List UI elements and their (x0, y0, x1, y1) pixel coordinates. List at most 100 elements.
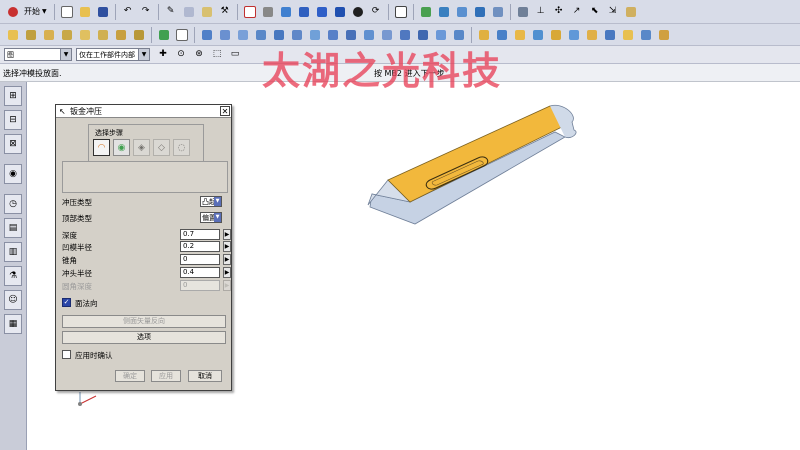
drafting-icon[interactable] (624, 5, 638, 19)
start-menu-button[interactable]: 开始 ▼ (22, 6, 47, 17)
scope-filter-combo[interactable]: 仅在工作部件内部 ▼ (76, 48, 150, 61)
shape-icon[interactable] (200, 28, 214, 42)
sheet-icon[interactable] (42, 28, 56, 42)
render-icon[interactable] (351, 5, 365, 19)
cube-view-icon[interactable] (315, 5, 329, 19)
sheetmetal9-icon[interactable] (621, 28, 635, 42)
sheetmetal4-icon[interactable] (531, 28, 545, 42)
system-visualization-icon[interactable]: ▦ (4, 314, 22, 334)
punch-icon[interactable] (132, 28, 146, 42)
ok-button: 确定 (115, 370, 145, 382)
sheetmetal8-icon[interactable] (603, 28, 617, 42)
process-studio-icon[interactable]: ⚗ (4, 266, 22, 286)
save-icon[interactable] (96, 5, 110, 19)
punch-type-select[interactable]: 凸起 ▼ (200, 196, 222, 207)
depth-input[interactable]: 0.7 (180, 229, 220, 240)
web-browser-icon[interactable]: ◉ (4, 164, 22, 184)
view-filter-icon[interactable]: ⊛ (192, 48, 206, 62)
layer-icon[interactable] (261, 5, 275, 19)
sheetmetal5-icon[interactable] (549, 28, 563, 42)
refresh-icon[interactable]: ⟳ (369, 5, 383, 19)
sheetmetal10-icon[interactable] (639, 28, 653, 42)
confirm-on-apply-checkbox[interactable] (62, 350, 71, 359)
contour-icon[interactable] (114, 28, 128, 42)
snap-grid-icon[interactable] (243, 5, 257, 19)
type-filter-combo[interactable]: 图 ▼ (4, 48, 72, 61)
axis-icon[interactable]: ⊥ (534, 5, 548, 19)
confirm-on-apply-row[interactable]: 应用时确认 (62, 350, 226, 362)
undo-icon[interactable]: ↶ (121, 5, 135, 19)
point-icon[interactable]: ✣ (552, 5, 566, 19)
shaded-view-icon[interactable] (279, 5, 293, 19)
shape2-icon[interactable] (218, 28, 232, 42)
face-normal-checkbox[interactable]: ✓ (62, 298, 71, 307)
die-radius-menu-button[interactable]: ▶ (223, 241, 231, 252)
options-button[interactable]: 选项 (62, 331, 226, 344)
open-folder-icon[interactable] (78, 5, 92, 19)
assembly-navigator-icon[interactable]: ⊞ (4, 86, 22, 106)
step-edge-button[interactable]: ◌ (173, 139, 190, 156)
sheetmetal7-icon[interactable] (585, 28, 599, 42)
punch-radius-input[interactable]: 0.4 (180, 267, 220, 278)
bend-icon[interactable] (78, 28, 92, 42)
box-select-icon[interactable]: ▭ (228, 48, 242, 62)
feature-icon[interactable] (473, 5, 487, 19)
step-target-face-button[interactable]: ◇ (153, 139, 170, 156)
step-centerpoint-button[interactable]: ◈ (133, 139, 150, 156)
dialog-title-bar[interactable]: ↖ 钣金冲压 ✕ (56, 105, 231, 118)
part-navigator-icon[interactable]: ⊟ (4, 110, 22, 130)
main-toolbar: 开始 ▼ ↶ ↷ ✎ ⚒ ⟳ ⊥ ✣ ↗ ⬉ ⇲ (0, 0, 800, 24)
taper-menu-button[interactable]: ▶ (223, 254, 231, 265)
snap-icon[interactable]: ✚ (156, 48, 170, 62)
arrow-tool-icon[interactable]: ↗ (570, 5, 584, 19)
taper-input[interactable]: 0 (180, 254, 220, 265)
step-tool-profile-button[interactable]: ◉ (113, 139, 130, 156)
sweep-icon[interactable] (491, 5, 505, 19)
new-file-icon[interactable] (60, 5, 74, 19)
select-all-icon[interactable]: ⬚ (210, 48, 224, 62)
unbend-icon[interactable] (96, 28, 110, 42)
top-type-select[interactable]: 偏置 ▼ (200, 212, 222, 223)
stack-icon[interactable] (516, 5, 530, 19)
component-icon[interactable] (24, 28, 38, 42)
sketch-plane-icon[interactable] (175, 28, 189, 42)
redo-icon[interactable]: ↷ (139, 5, 153, 19)
filter-icon[interactable]: ⊙ (174, 48, 188, 62)
depth-menu-button[interactable]: ▶ (223, 229, 231, 240)
chevron-down-icon: ▼ (138, 49, 149, 60)
close-button[interactable]: ✕ (220, 106, 230, 116)
history-icon[interactable]: ◷ (4, 194, 22, 214)
extrude-icon[interactable] (437, 5, 451, 19)
select-icon[interactable]: ⬉ (588, 5, 602, 19)
assembly-icon[interactable] (6, 28, 20, 42)
move-icon[interactable]: ⇲ (606, 5, 620, 19)
reuse-library-icon[interactable]: ▤ (4, 218, 22, 238)
step-punch-face-button[interactable]: ◠ (93, 139, 110, 156)
background-color-icon[interactable] (394, 5, 408, 19)
die-radius-input[interactable]: 0.2 (180, 241, 220, 252)
cube-solid-icon[interactable] (333, 5, 347, 19)
toolbar-separator (509, 3, 511, 20)
sheetmetal3-icon[interactable] (513, 28, 527, 42)
sheetmetal11-icon[interactable] (657, 28, 671, 42)
sheet-metal-part[interactable] (360, 102, 590, 232)
edit-pencil-icon[interactable]: ✎ (164, 5, 178, 19)
copy-icon[interactable] (182, 5, 196, 19)
sketch-icon[interactable] (419, 5, 433, 19)
face-normal-row[interactable]: ✓ 面法向 (62, 298, 226, 310)
shape3-icon[interactable] (236, 28, 250, 42)
roles-icon[interactable]: ☺ (4, 290, 22, 310)
selection-list-box[interactable] (62, 161, 228, 193)
datum-icon[interactable] (157, 28, 171, 42)
reverse-side-vector-button: 侧面矢量反向 (62, 315, 226, 328)
constraint-navigator-icon[interactable]: ⊠ (4, 134, 22, 154)
measure-icon[interactable]: ⚒ (218, 5, 232, 19)
revolve-icon[interactable] (455, 5, 469, 19)
wireframe-view-icon[interactable] (297, 5, 311, 19)
sheetmetal6-icon[interactable] (567, 28, 581, 42)
flange-icon[interactable] (60, 28, 74, 42)
cancel-button[interactable]: 取消 (188, 370, 222, 382)
punch-radius-menu-button[interactable]: ▶ (223, 267, 231, 278)
palette-icon[interactable]: ▥ (4, 242, 22, 262)
paste-icon[interactable] (200, 5, 214, 19)
